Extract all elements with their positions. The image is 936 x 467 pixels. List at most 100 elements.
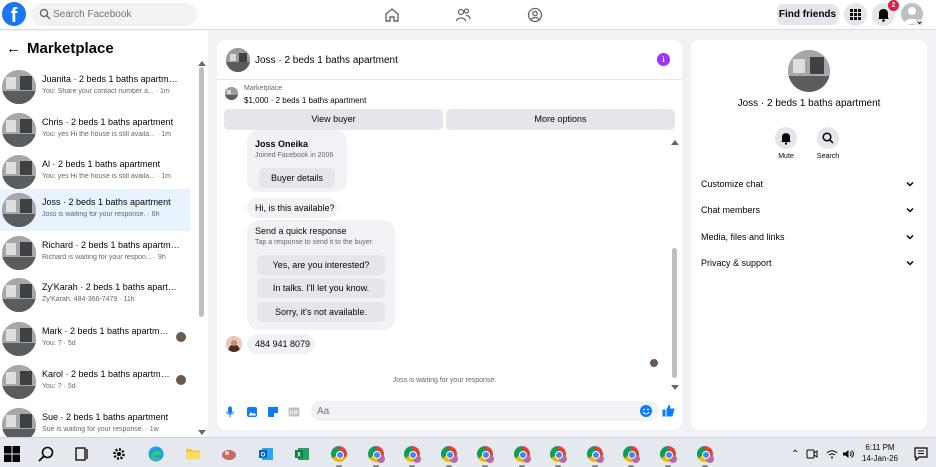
sticker-icon[interactable] bbox=[267, 406, 279, 418]
excel-icon[interactable]: X bbox=[294, 446, 310, 462]
file-explorer-icon[interactable] bbox=[185, 446, 201, 462]
chrome-browser-icon[interactable] bbox=[514, 446, 531, 463]
seen-avatar bbox=[176, 332, 186, 342]
microphone-icon[interactable] bbox=[224, 406, 236, 418]
photos-app-icon[interactable] bbox=[221, 446, 237, 462]
chrome-browser-icon[interactable] bbox=[368, 446, 385, 463]
quick-response-yes[interactable]: Yes, are you interested? bbox=[257, 255, 385, 275]
scroll-up-arrow[interactable] bbox=[671, 140, 679, 145]
details-section-row[interactable]: Chat members bbox=[701, 202, 917, 220]
listing-avatar-large[interactable] bbox=[788, 50, 830, 92]
svg-text:X: X bbox=[297, 453, 301, 459]
buyer-details-button[interactable]: Buyer details bbox=[259, 168, 335, 188]
profile-badge-icon bbox=[669, 455, 677, 463]
search-box[interactable] bbox=[31, 3, 197, 26]
chrome-browser-icon[interactable] bbox=[660, 446, 677, 463]
chat-details-panel: Joss · 2 beds 1 baths apartment Mute Sea… bbox=[691, 40, 927, 430]
wifi-icon[interactable] bbox=[826, 449, 838, 459]
chat-window: Joss · 2 beds 1 baths apartment i Market… bbox=[217, 40, 682, 430]
conversation-item[interactable]: Mark · 2 beds 1 baths apartm… You: ? · 5d bbox=[0, 318, 190, 360]
chat-scrollbar[interactable] bbox=[672, 248, 677, 378]
conversation-item[interactable]: Juanita · 2 beds 1 baths apartm… You: Sha… bbox=[0, 66, 190, 108]
chrome-browser-icon[interactable] bbox=[331, 446, 347, 462]
chrome-browser-icon[interactable] bbox=[550, 446, 567, 463]
meet-now-icon[interactable] bbox=[806, 448, 818, 460]
thumbs-up-icon[interactable] bbox=[662, 404, 675, 417]
clock-date: 14-Jan-26 bbox=[861, 454, 899, 463]
scroll-down-arrow[interactable] bbox=[198, 430, 206, 435]
search-action[interactable]: Search bbox=[808, 127, 848, 160]
system-clock[interactable]: 6:11 PM 14-Jan-26 bbox=[857, 442, 903, 464]
profile-badge-icon bbox=[706, 455, 714, 463]
conversation-item[interactable]: Al · 2 beds 1 baths apartment You: yes Hi… bbox=[0, 151, 190, 193]
info-icon[interactable]: i bbox=[657, 53, 670, 66]
message-text: Hi, is this available? bbox=[255, 203, 335, 213]
chevron-down-icon[interactable] bbox=[916, 19, 923, 26]
quick-response-in-talks[interactable]: In talks. I'll let you know. bbox=[257, 278, 385, 298]
task-view-icon[interactable] bbox=[74, 446, 90, 462]
listing-thumbnail bbox=[2, 408, 36, 437]
listing-price[interactable]: $1,000 · 2 beds 1 baths apartment bbox=[244, 96, 366, 105]
conversation-name: Zy'Karah · 2 beds 1 baths apart… bbox=[42, 282, 177, 292]
chrome-browser-icon[interactable] bbox=[697, 446, 714, 463]
gif-icon[interactable]: GIF bbox=[288, 406, 300, 418]
chrome-browser-icon[interactable] bbox=[477, 446, 494, 463]
more-options-button[interactable]: More options bbox=[446, 109, 675, 130]
conversation-preview: Joss is waiting for your response. · 6h bbox=[42, 211, 160, 218]
conversation-item[interactable]: Karol · 2 beds 1 baths apartm… You: ? · 5… bbox=[0, 361, 190, 403]
search-icon bbox=[39, 8, 51, 20]
back-arrow-icon[interactable]: ← bbox=[6, 40, 21, 57]
chrome-browser-icon[interactable] bbox=[623, 446, 640, 463]
mute-action[interactable]: Mute bbox=[766, 127, 806, 160]
chevron-down-icon bbox=[906, 260, 914, 266]
search-icon[interactable] bbox=[38, 446, 54, 462]
photo-icon[interactable] bbox=[246, 406, 258, 418]
emoji-icon[interactable] bbox=[640, 405, 652, 417]
quick-response-not-available[interactable]: Sorry, it's not available. bbox=[257, 302, 385, 322]
listing-thumbnail[interactable] bbox=[226, 48, 250, 72]
view-buyer-button[interactable]: View buyer bbox=[224, 109, 443, 130]
conversation-preview: Zy'Karah: 484-366-7479 · 11h bbox=[42, 296, 135, 303]
conversation-item[interactable]: Zy'Karah · 2 beds 1 baths apart… Zy'Karah… bbox=[0, 274, 190, 316]
edge-browser-icon[interactable] bbox=[148, 446, 164, 462]
scroll-up-arrow[interactable] bbox=[198, 61, 206, 66]
conversation-item[interactable]: Chris · 2 beds 1 baths apartment You: yes… bbox=[0, 109, 190, 151]
conversation-name: Karol · 2 beds 1 baths apartm… bbox=[42, 369, 170, 379]
outlook-icon[interactable]: O bbox=[258, 446, 274, 462]
search-input[interactable] bbox=[53, 5, 193, 24]
details-section-row[interactable]: Customize chat bbox=[701, 176, 917, 194]
svg-text:GIF: GIF bbox=[289, 411, 299, 417]
scroll-down-arrow[interactable] bbox=[671, 385, 679, 390]
profile-circle-icon[interactable] bbox=[527, 7, 543, 23]
menu-button[interactable] bbox=[844, 3, 867, 26]
sidebar-scrollbar[interactable] bbox=[199, 67, 204, 317]
buyer-joined: Joined Facebook in 2006 bbox=[255, 152, 334, 159]
listing-thumbnail bbox=[2, 193, 36, 227]
tray-chevron-icon[interactable]: ⌃ bbox=[791, 449, 799, 460]
settings-gear-icon[interactable] bbox=[111, 446, 127, 462]
conversation-item[interactable]: Joss · 2 beds 1 baths apartment Joss is w… bbox=[0, 189, 190, 231]
conversation-item[interactable]: Sue · 2 beds 1 baths apartment Sue is wai… bbox=[0, 404, 190, 437]
chrome-browser-icon[interactable] bbox=[587, 446, 604, 463]
friends-icon[interactable] bbox=[455, 7, 471, 23]
chrome-browser-icon[interactable] bbox=[404, 446, 421, 463]
details-section-row[interactable]: Media, files and links bbox=[701, 229, 917, 247]
windows-start-icon[interactable] bbox=[4, 446, 20, 462]
message-input[interactable] bbox=[311, 401, 659, 421]
details-section-row[interactable]: Privacy & support bbox=[701, 255, 917, 273]
profile-badge-icon bbox=[596, 455, 604, 463]
chevron-down-icon bbox=[906, 181, 914, 187]
profile-badge-icon bbox=[632, 455, 640, 463]
find-friends-button[interactable]: Find friends bbox=[777, 4, 838, 25]
sender-avatar[interactable] bbox=[226, 336, 242, 352]
home-icon[interactable] bbox=[384, 7, 400, 23]
seen-indicator-avatar bbox=[650, 359, 658, 367]
chrome-browser-icon[interactable] bbox=[441, 446, 458, 463]
search-label: Search bbox=[816, 153, 840, 160]
notification-center-icon[interactable] bbox=[914, 447, 928, 461]
message-thread: Joss Oneika Joined Facebook in 2006 Buye… bbox=[217, 130, 682, 392]
facebook-logo[interactable]: f bbox=[2, 2, 26, 26]
marketplace-header: ← Marketplace bbox=[6, 39, 114, 57]
conversation-item[interactable]: Richard · 2 beds 1 baths apartm… Richard … bbox=[0, 232, 190, 274]
volume-icon[interactable] bbox=[842, 448, 854, 460]
